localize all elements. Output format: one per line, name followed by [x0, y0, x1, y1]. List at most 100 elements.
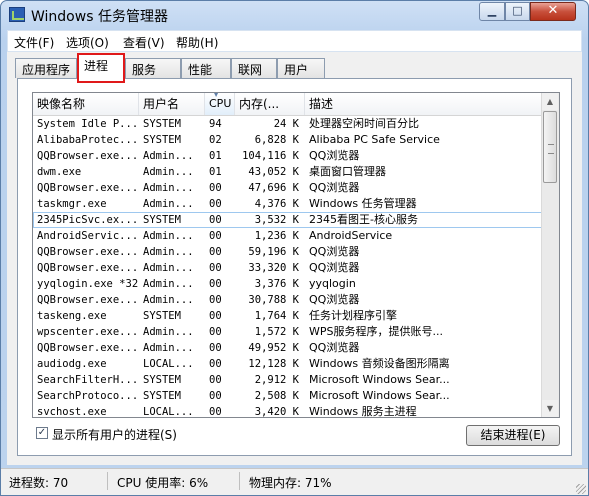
cell-memory: 1,764 K	[254, 310, 299, 322]
process-row[interactable]: AlibabaProtec... SYSTEM 02 6,828 K Alibaba P…	[33, 132, 543, 148]
cell-cpu: 00	[209, 406, 222, 418]
cell-image-name: taskeng.exe	[37, 310, 107, 322]
cell-image-name: QQBrowser.exe...	[37, 262, 139, 274]
cell-user-name: Admin...	[143, 150, 194, 162]
cell-memory: 47,696 K	[248, 182, 299, 194]
process-row[interactable]: SearchFilterH... SYSTEM 00 2,912 K Microsoft…	[33, 372, 543, 388]
cell-image-name: AndroidServic...	[37, 230, 139, 242]
process-row[interactable]: audiodg.exe LOCAL... 00 12,128 K Windows 音频设…	[33, 356, 543, 372]
cell-user-name: Admin...	[143, 342, 194, 354]
process-row[interactable]: QQBrowser.exe... Admin... 00 49,952 K QQ浏览器	[33, 340, 543, 356]
cell-memory: 24 K	[273, 118, 299, 130]
cell-cpu: 00	[209, 182, 222, 194]
process-row[interactable]: dwm.exe Admin... 01 43,052 K 桌面窗口管理器	[33, 164, 543, 180]
show-all-users-label: 显示所有用户的进程(S)	[52, 428, 177, 442]
tab-users[interactable]: 用户	[277, 58, 325, 78]
vertical-scrollbar[interactable]: ▲ ▼	[541, 93, 559, 417]
resize-grip-icon[interactable]	[576, 484, 586, 494]
cell-memory: 3,420 K	[254, 406, 299, 418]
column-image-name[interactable]: 映像名称	[33, 93, 139, 115]
end-process-button[interactable]: 结束进程(E)	[466, 425, 560, 446]
menu-options[interactable]: 选项(O)	[66, 34, 109, 51]
process-row[interactable]: wpscenter.exe... Admin... 00 1,572 K WPS服务程序…	[33, 324, 543, 340]
cell-cpu: 00	[209, 214, 222, 226]
process-row[interactable]: System Idle P... SYSTEM 94 24 K 处理器空闲时间百分比	[33, 116, 543, 132]
task-manager-window: Windows 任务管理器 ▁ □ ✕ 文件(F) 选项(O) 查看(V) 帮助…	[0, 0, 589, 496]
process-row[interactable]: QQBrowser.exe... Admin... 00 33,320 K QQ浏览器	[33, 260, 543, 276]
cell-description: QQ浏览器	[309, 181, 360, 194]
cell-cpu: 00	[209, 294, 222, 306]
cell-memory: 104,116 K	[242, 150, 299, 162]
minimize-button[interactable]: ▁	[479, 2, 505, 21]
cell-image-name: taskmgr.exe	[37, 198, 107, 210]
cell-user-name: Admin...	[143, 262, 194, 274]
tab-networking[interactable]: 联网	[231, 58, 277, 78]
scroll-up-icon[interactable]: ▲	[542, 93, 558, 110]
cell-memory: 59,196 K	[248, 246, 299, 258]
scroll-thumb[interactable]	[543, 111, 557, 183]
process-row[interactable]: taskmgr.exe Admin... 00 4,376 K Windows 任务管理…	[33, 196, 543, 212]
process-row[interactable]: SearchProtoco... SYSTEM 00 2,508 K Microsoft…	[33, 388, 543, 404]
cell-memory: 4,376 K	[254, 198, 299, 210]
process-row[interactable]: QQBrowser.exe... Admin... 01 104,116 K QQ浏览器	[33, 148, 543, 164]
status-separator	[107, 472, 108, 490]
process-row[interactable]: QQBrowser.exe... Admin... 00 59,196 K QQ浏览器	[33, 244, 543, 260]
column-user-name[interactable]: 用户名	[139, 93, 205, 115]
close-button[interactable]: ✕	[530, 2, 576, 21]
cell-user-name: LOCAL...	[143, 406, 194, 418]
cell-user-name: SYSTEM	[143, 118, 181, 130]
tab-services[interactable]: 服务	[125, 58, 181, 78]
cell-image-name: wpscenter.exe...	[37, 326, 139, 338]
process-row[interactable]: 2345PicSvc.ex... SYSTEM 00 3,532 K 2345看图王-核…	[33, 212, 543, 228]
cell-description: QQ浏览器	[309, 149, 360, 162]
cell-image-name: QQBrowser.exe...	[37, 342, 139, 354]
cell-image-name: AlibabaProtec...	[37, 134, 139, 146]
column-description[interactable]: 描述	[305, 93, 543, 115]
column-cpu[interactable]: ▼ CPU	[205, 93, 235, 115]
cell-user-name: SYSTEM	[143, 310, 181, 322]
process-row[interactable]: svchost.exe LOCAL... 00 3,420 K Windows 服务主进…	[33, 404, 543, 418]
cell-description: Microsoft Windows Sear...	[309, 373, 450, 386]
column-memory[interactable]: 内存(...	[235, 93, 305, 115]
cell-user-name: Admin...	[143, 166, 194, 178]
cell-description: Windows 服务主进程	[309, 405, 417, 418]
process-row[interactable]: taskeng.exe SYSTEM 00 1,764 K 任务计划程序引擎	[33, 308, 543, 324]
cell-user-name: Admin...	[143, 326, 194, 338]
cell-memory: 49,952 K	[248, 342, 299, 354]
cell-image-name: SearchProtoco...	[37, 390, 139, 402]
cell-user-name: Admin...	[143, 198, 194, 210]
cell-cpu: 00	[209, 198, 222, 210]
cell-memory: 30,788 K	[248, 294, 299, 306]
show-all-users-checkbox[interactable]: ✓	[36, 427, 48, 439]
cell-memory: 1,236 K	[254, 230, 299, 242]
cell-memory: 3,532 K	[254, 214, 299, 226]
cell-memory: 43,052 K	[248, 166, 299, 178]
cell-image-name: QQBrowser.exe...	[37, 182, 139, 194]
window-title: Windows 任务管理器	[31, 9, 168, 25]
cell-image-name: dwm.exe	[37, 166, 82, 178]
cell-cpu: 00	[209, 390, 222, 402]
tab-applications[interactable]: 应用程序	[15, 58, 77, 78]
cell-cpu: 00	[209, 278, 222, 290]
process-row[interactable]: yyqlogin.exe *32 Admin... 00 3,376 K yyqlogi…	[33, 276, 543, 292]
tab-performance[interactable]: 性能	[181, 58, 231, 78]
cell-image-name: 2345PicSvc.ex...	[37, 214, 139, 226]
cell-user-name: SYSTEM	[143, 134, 181, 146]
cell-cpu: 00	[209, 262, 222, 274]
cell-cpu: 00	[209, 342, 222, 354]
cell-description: 任务计划程序引擎	[309, 309, 397, 322]
cell-description: 处理器空闲时间百分比	[309, 117, 419, 130]
menu-help[interactable]: 帮助(H)	[176, 34, 218, 51]
status-bar: 进程数: 70 CPU 使用率: 6% 物理内存: 71%	[1, 468, 588, 495]
menu-view[interactable]: 查看(V)	[123, 34, 165, 51]
menu-file[interactable]: 文件(F)	[14, 34, 54, 51]
process-row[interactable]: AndroidServic... Admin... 00 1,236 K Android…	[33, 228, 543, 244]
process-row[interactable]: QQBrowser.exe... Admin... 00 47,696 K QQ浏览器	[33, 180, 543, 196]
process-row[interactable]: QQBrowser.exe... Admin... 00 30,788 K QQ浏览器	[33, 292, 543, 308]
process-list[interactable]: 映像名称 用户名 ▼ CPU 内存(... 描述 System Idle P..…	[32, 92, 560, 418]
maximize-button[interactable]: □	[505, 2, 530, 21]
cell-description: Windows 任务管理器	[309, 197, 417, 210]
scroll-down-icon[interactable]: ▼	[542, 400, 558, 417]
cell-description: QQ浏览器	[309, 261, 360, 274]
title-bar[interactable]: Windows 任务管理器 ▁ □ ✕	[1, 1, 588, 29]
